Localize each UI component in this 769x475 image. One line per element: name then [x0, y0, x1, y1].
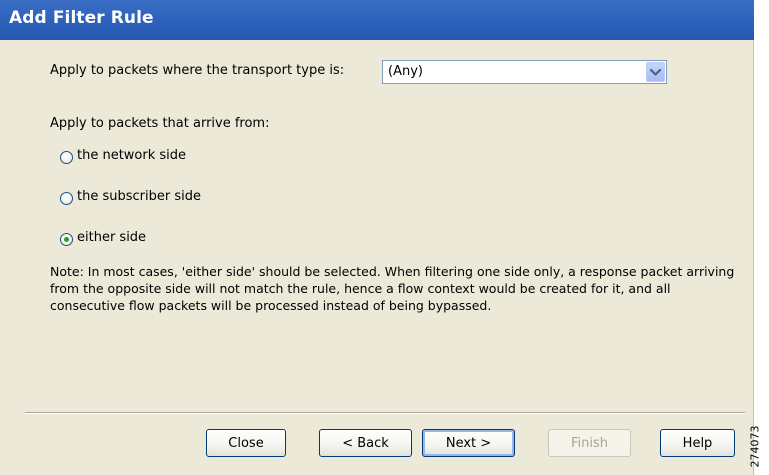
- note-text: Note: In most cases, 'either side' shoul…: [50, 264, 735, 313]
- next-button[interactable]: Next >: [422, 429, 515, 457]
- back-button[interactable]: < Back: [319, 429, 412, 457]
- separator: [25, 412, 745, 414]
- arrive-from-label: Apply to packets that arrive from:: [50, 116, 270, 131]
- radio-subscriber-side[interactable]: [60, 192, 73, 205]
- close-button[interactable]: Close: [206, 429, 286, 457]
- radio-either-side[interactable]: [60, 233, 73, 246]
- dialog-content: Apply to packets where the transport typ…: [0, 40, 754, 475]
- chevron-down-icon: [649, 68, 662, 76]
- radio-network-side[interactable]: [60, 151, 73, 164]
- add-filter-rule-dialog: Add Filter Rule Apply to packets where t…: [0, 0, 754, 475]
- radio-subscriber-side-label[interactable]: the subscriber side: [77, 189, 201, 204]
- dialog-title: Add Filter Rule: [9, 8, 154, 28]
- transport-type-select[interactable]: (Any): [382, 60, 667, 84]
- dialog-titlebar: Add Filter Rule: [0, 0, 754, 40]
- finish-button[interactable]: Finish: [548, 429, 631, 457]
- transport-type-value: (Any): [388, 64, 423, 79]
- dropdown-button[interactable]: [646, 62, 665, 82]
- help-button[interactable]: Help: [660, 429, 735, 457]
- figure-id-text: 274073: [748, 425, 762, 468]
- figure-id-watermark: 274073: [749, 418, 769, 475]
- transport-type-label: Apply to packets where the transport typ…: [50, 63, 345, 78]
- radio-either-side-label[interactable]: either side: [77, 230, 146, 245]
- radio-selected-dot: [64, 237, 69, 242]
- radio-network-side-label[interactable]: the network side: [77, 148, 186, 163]
